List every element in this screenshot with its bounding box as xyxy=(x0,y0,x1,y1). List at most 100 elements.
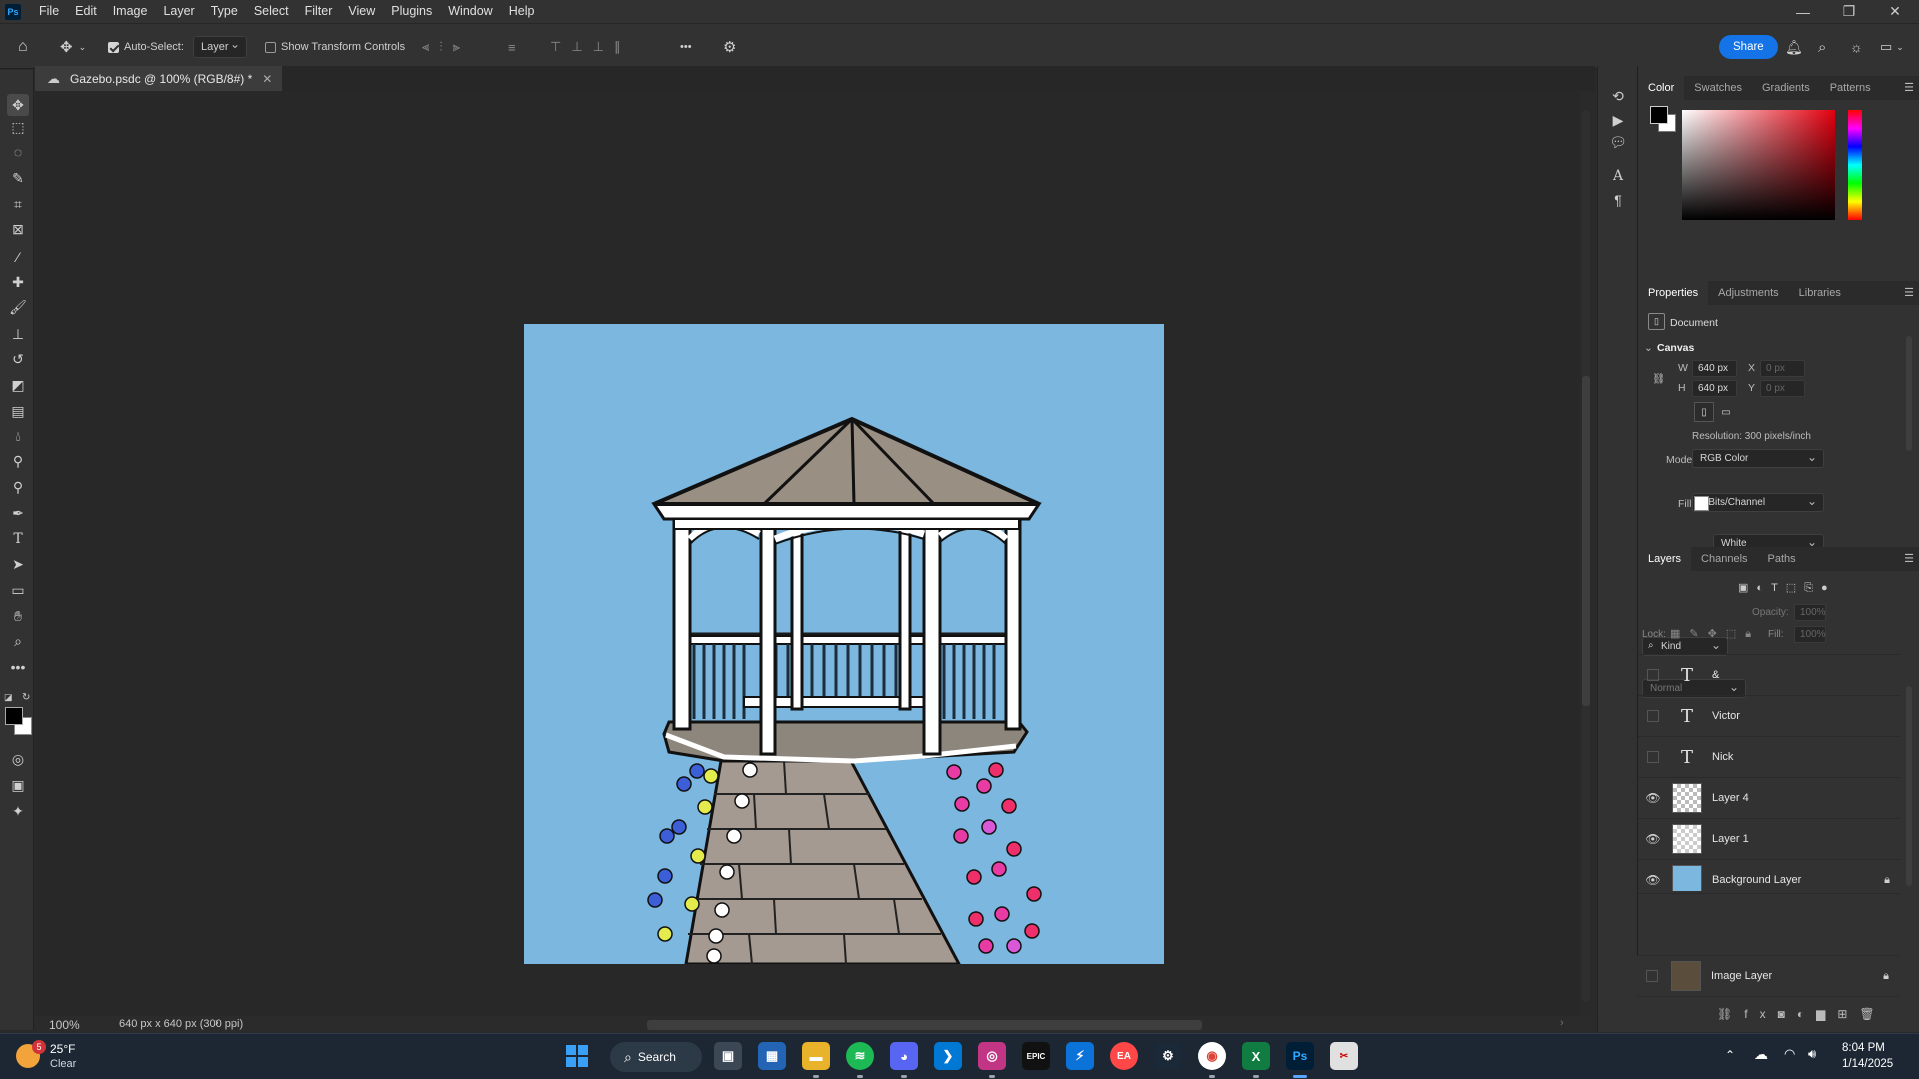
spotify-icon[interactable]: ≋ xyxy=(846,1042,874,1070)
lasso-icon[interactable]: ◌ xyxy=(7,141,29,163)
zoom-level[interactable]: 100% xyxy=(49,1018,80,1032)
close-tab-icon[interactable]: ✕ xyxy=(262,72,272,86)
tab-gradients[interactable]: Gradients xyxy=(1752,76,1820,100)
move-tool-icon[interactable]: ✥ xyxy=(7,94,29,116)
distribute-icon[interactable]: ≡ xyxy=(508,24,516,70)
fx-button-icon[interactable]: fx xyxy=(1744,1007,1777,1021)
menu-help[interactable]: Help xyxy=(501,0,543,23)
blur-icon[interactable]: 💧︎ xyxy=(7,425,29,447)
menu-file[interactable]: File xyxy=(31,0,67,23)
link-layers-button-icon[interactable]: ⛓ xyxy=(1717,1007,1744,1021)
document-canvas[interactable] xyxy=(524,324,1164,964)
layers-scrollbar[interactable] xyxy=(1906,686,1912,886)
document-tab[interactable]: ☁ Gazebo.psdc @ 100% (RGB/8#) * ✕ xyxy=(35,66,283,91)
lock-pixels-icon[interactable]: ✎ xyxy=(1689,628,1707,640)
layer-row[interactable]: Image Layer 🔒︎ xyxy=(1637,955,1899,996)
move-tool-preset-icon[interactable]: ✥ ⌄ xyxy=(60,24,86,70)
align-middle-icon[interactable]: ⊥ xyxy=(571,39,592,55)
tab-paths[interactable]: Paths xyxy=(1758,547,1806,571)
eyedropper-icon[interactable]: ⁄ xyxy=(7,246,29,268)
scroll-left-icon[interactable]: ‹ xyxy=(231,1017,235,1029)
align-left-icon[interactable]: ⫷ xyxy=(422,39,439,55)
visibility-toggle-off[interactable] xyxy=(1647,751,1659,763)
swap-colors-icon[interactable]: ↻ xyxy=(22,692,30,703)
foreground-color-swatch[interactable] xyxy=(5,707,23,725)
opacity-field[interactable]: 100% xyxy=(1794,604,1826,621)
menu-select[interactable]: Select xyxy=(246,0,297,23)
align-buttons[interactable]: ⫷ ⫶ ⫸ xyxy=(422,24,470,70)
weather-temp[interactable]: 25°F xyxy=(50,1042,75,1056)
windows-start-icon[interactable] xyxy=(563,1042,591,1070)
steam-icon[interactable]: ⚙ xyxy=(1154,1042,1182,1070)
tab-adjustments[interactable]: Adjustments xyxy=(1708,281,1789,305)
color-panel-foreground-swatch[interactable] xyxy=(1650,106,1668,124)
epic-games-icon[interactable]: EPIC xyxy=(1022,1042,1050,1070)
instagram-icon[interactable]: ◎ xyxy=(978,1042,1006,1070)
excel-icon[interactable]: X xyxy=(1242,1042,1270,1070)
layer-row[interactable]: 👁︎ Background Layer 🔒︎ xyxy=(1638,859,1900,891)
layer-fill-field[interactable]: 100% xyxy=(1794,626,1826,643)
menu-window[interactable]: Window xyxy=(440,0,500,23)
layer-row[interactable]: T Nick xyxy=(1638,736,1900,777)
brush-icon[interactable]: 🖌︎ xyxy=(7,296,29,318)
file-explorer-icon[interactable]: ▬ xyxy=(802,1042,830,1070)
bit-depth-dropdown[interactable]: 8 Bits/Channel xyxy=(1692,493,1824,512)
screen-mode-icon[interactable]: ▣ xyxy=(7,774,29,796)
show-transform-toggle[interactable]: Show Transform Controls xyxy=(265,24,405,70)
actions-play-icon[interactable]: ▶ xyxy=(1608,110,1628,130)
weather-desc[interactable]: Clear xyxy=(50,1058,76,1070)
menu-image[interactable]: Image xyxy=(105,0,156,23)
menu-plugins[interactable]: Plugins xyxy=(383,0,440,23)
canvas-width-field[interactable]: 640 px xyxy=(1692,360,1737,377)
canvas-y-field[interactable]: 0 px xyxy=(1760,380,1805,397)
search-icon[interactable]: ⌕ xyxy=(1818,24,1826,70)
filter-smart-object-icon[interactable]: ⎘ xyxy=(1804,582,1821,594)
restore-button[interactable]: ❐ xyxy=(1826,0,1872,23)
align-bottom-icon[interactable]: ⊥ xyxy=(593,39,614,55)
auto-select-target-dropdown[interactable]: Layer xyxy=(193,36,247,58)
zoom-icon[interactable]: ⌕ xyxy=(7,630,29,652)
menu-filter[interactable]: Filter xyxy=(297,0,341,23)
layer-row[interactable]: 👁︎ Layer 1 xyxy=(1638,818,1900,859)
onedrive-icon[interactable]: ☁ xyxy=(1754,1046,1768,1063)
minimize-button[interactable]: — xyxy=(1780,0,1826,23)
filter-pixel-icon[interactable]: ▣ xyxy=(1738,582,1756,594)
tab-properties[interactable]: Properties xyxy=(1638,281,1709,305)
ea-app-icon[interactable]: EA xyxy=(1110,1042,1138,1070)
show-transform-checkbox[interactable] xyxy=(265,41,276,53)
snipping-tool-icon[interactable]: ✂ xyxy=(1330,1042,1358,1070)
hand-icon[interactable]: ✋︎ xyxy=(7,605,29,627)
object-selection-icon[interactable]: ✎ xyxy=(7,167,29,189)
zoom-lens-icon[interactable]: ⚲ xyxy=(7,476,29,498)
edit-toolbar-icon[interactable]: ••• xyxy=(7,656,29,678)
canvas-collapse-icon[interactable]: ⌄ xyxy=(1644,342,1653,354)
dodge-icon[interactable]: ⚲ xyxy=(7,450,29,472)
auto-select-checkbox[interactable] xyxy=(108,41,119,53)
fill-color-swatch[interactable] xyxy=(1694,496,1709,511)
clock-time[interactable]: 8:04 PM xyxy=(1842,1042,1885,1054)
comments-icon[interactable]: 💬︎ xyxy=(1608,132,1628,152)
lock-all-icon[interactable]: 🔒︎ xyxy=(1745,628,1760,640)
color-picker-field[interactable] xyxy=(1682,110,1835,220)
tab-libraries[interactable]: Libraries xyxy=(1789,281,1851,305)
battlenet-icon[interactable]: ⚡︎ xyxy=(1066,1042,1094,1070)
settings-gear-icon[interactable]: ⚙ xyxy=(723,24,736,70)
share-button[interactable]: Share xyxy=(1719,35,1778,59)
filter-type-icon[interactable]: T xyxy=(1771,582,1786,594)
lock-artboard-icon[interactable]: ⬚ xyxy=(1726,628,1745,640)
eye-icon[interactable]: 👁︎ xyxy=(1638,791,1668,805)
color-mode-dropdown[interactable]: RGB Color xyxy=(1692,449,1824,468)
healing-brush-icon[interactable]: ✚ xyxy=(7,271,29,293)
generative-icon[interactable]: ✦ xyxy=(7,800,29,822)
horizontal-scrollbar-thumb[interactable] xyxy=(647,1020,1202,1030)
eye-icon[interactable]: 👁︎ xyxy=(1638,873,1668,887)
crop-icon[interactable]: ⌗ xyxy=(7,193,29,215)
portrait-orientation-icon[interactable]: ▯ xyxy=(1694,402,1714,422)
clock-date[interactable]: 1/14/2025 xyxy=(1842,1058,1893,1070)
task-view-icon[interactable]: ▣ xyxy=(714,1042,742,1070)
tab-channels[interactable]: Channels xyxy=(1691,547,1757,571)
align-right-icon[interactable]: ⫸ xyxy=(453,39,470,55)
align-center-icon[interactable]: ⫶ xyxy=(439,39,452,55)
visibility-toggle-off[interactable] xyxy=(1647,669,1659,681)
tab-swatches[interactable]: Swatches xyxy=(1684,76,1752,100)
